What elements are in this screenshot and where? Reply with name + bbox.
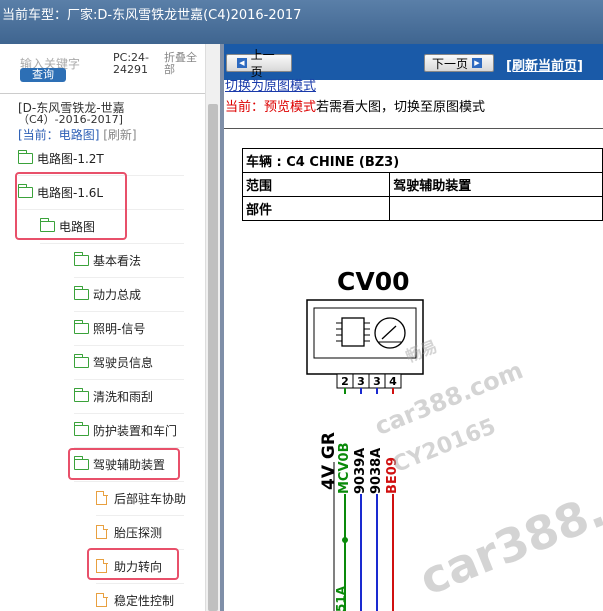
scroll-thumb[interactable] — [208, 104, 218, 611]
tree-item-label: 稳定性控制 — [114, 593, 175, 608]
viewer-navbar: ◀ 上一页 下一页 ▶ [刷新当前页] — [224, 44, 603, 80]
pin-row: 2334 — [336, 373, 402, 389]
tree-separator — [74, 481, 184, 482]
tree-item[interactable]: 动力总成 — [73, 284, 142, 304]
wire-label: MCV0B — [337, 443, 352, 495]
tree-scrollbar[interactable] — [205, 44, 220, 611]
folder-icon — [73, 387, 89, 402]
folder-icon — [73, 353, 89, 368]
tree-item-label: 驾驶员信息 — [93, 355, 154, 370]
left-arrow-icon: ◀ — [237, 58, 247, 68]
wire-label: 9039A — [353, 448, 368, 494]
pin-number: 4 — [389, 375, 397, 388]
wire-label: BE09 — [385, 457, 400, 494]
tree-item[interactable]: 照明-信号 — [73, 318, 146, 338]
tree-item-label: 胎压探测 — [114, 525, 163, 540]
fold-all-link[interactable]: 折叠全部 — [164, 52, 204, 76]
next-page-button[interactable]: 下一页 ▶ — [424, 54, 494, 72]
folder-icon — [17, 149, 33, 164]
refresh-page-link[interactable]: [刷新当前页] — [506, 55, 583, 74]
preview-notice: 当前：预览模式若需看大图，切换至原图模式 — [225, 96, 485, 115]
tree-item[interactable]: 电路图-1.2T — [17, 148, 104, 168]
tree-item[interactable]: 胎压探测 — [96, 522, 162, 542]
tree-item[interactable]: 驾驶员信息 — [73, 352, 154, 372]
tree-item-label: 电路图-1.2T — [37, 151, 104, 166]
wire-group: 4V GRMCV0B 9039A 9038A BE09 — [319, 388, 400, 611]
tree-separator — [74, 311, 184, 312]
current-value[interactable]: 电路图 — [59, 128, 95, 142]
breadcrumb-line2: （C4）-2016-2017] — [18, 113, 123, 126]
highlight-box-2 — [68, 448, 180, 480]
folder-icon — [73, 285, 89, 300]
vehicle-label: 当前车型： — [2, 8, 68, 23]
pin-number: 3 — [373, 375, 381, 388]
refresh-tree-link[interactable]: [刷新] — [103, 128, 136, 142]
tree-item-label: 清洗和雨刮 — [93, 389, 154, 404]
highlight-box-1 — [15, 172, 127, 240]
top-bar: 当前车型：厂家:D-东风雪铁龙世嘉(C4)2016-2017 — [0, 0, 603, 44]
wiring-diagram[interactable]: CV00 2334 4V GRMCV0B 9039A 9038A BE09 51A — [224, 232, 603, 611]
content-divider — [224, 128, 603, 129]
highlight-box-3 — [87, 548, 179, 580]
tree-item-label: 动力总成 — [93, 287, 142, 302]
current-location: [当前：电路图] [刷新] — [18, 126, 137, 143]
tree-item[interactable]: 清洗和雨刮 — [73, 386, 154, 406]
connector-code: CV00 — [337, 267, 410, 296]
part-value — [389, 196, 603, 221]
tree-item-label: 后部驻车协助 — [114, 491, 187, 506]
scope-value: 驾驶辅助装置 — [389, 172, 603, 197]
splice-dot — [342, 537, 348, 543]
viewer-panel: ◀ 上一页 下一页 ▶ [刷新当前页] 切换为原图模式 当前：预览模式若需看大图，切… — [224, 44, 603, 611]
scope-label: 范围 — [241, 172, 391, 197]
query-button[interactable]: 查询 — [20, 68, 66, 82]
preview-mode-hint: 若需看大图，切换至原图模式 — [316, 100, 486, 115]
prev-page-button[interactable]: ◀ 上一页 — [226, 48, 292, 79]
tree-separator — [74, 277, 184, 278]
folder-icon — [73, 251, 89, 266]
tree-item[interactable]: 基本看法 — [73, 250, 142, 270]
pc-code: PC:24-24291 — [113, 51, 149, 76]
document-icon — [96, 490, 108, 505]
preview-mode-label: 当前：预览模式 — [225, 100, 317, 115]
current-prefix: [当前： — [18, 128, 59, 142]
bottom-wire-label: 51A — [334, 585, 348, 611]
tree-item-label: 照明-信号 — [93, 321, 146, 336]
tree-item-label: 防护装置和车门 — [93, 423, 178, 438]
vehicle-vendor: 厂家:D-东风雪铁龙世嘉(C4)2016-2017 — [67, 8, 302, 23]
tree-item[interactable]: 防护装置和车门 — [73, 420, 178, 440]
vehicle-cell: 车辆 : C4 CHINE (BZ3) — [242, 148, 603, 173]
tree-item-label: 基本看法 — [93, 253, 142, 268]
search-area: 输入关键字 查询 PC:24-24291 折叠全部 — [0, 44, 220, 94]
folder-icon — [73, 421, 89, 436]
document-icon — [96, 592, 108, 607]
tree-separator — [96, 583, 184, 584]
folder-icon — [73, 319, 89, 334]
tree-separator — [40, 243, 184, 244]
tree-separator — [74, 345, 184, 346]
document-icon — [96, 524, 108, 539]
wire-label: 9038A — [369, 448, 384, 494]
current-suffix: ] — [94, 128, 100, 142]
left-panel: 输入关键字 查询 PC:24-24291 折叠全部 [D-东风雪铁龙-世嘉 （C… — [0, 44, 220, 611]
switch-original-link[interactable]: 切换为原图模式 — [225, 80, 316, 94]
right-arrow-icon: ▶ — [472, 58, 482, 68]
wire-label: 4V GR — [319, 432, 339, 490]
tree-separator — [74, 379, 184, 380]
vehicle-spec-table: 车辆 : C4 CHINE (BZ3) 范围 驾驶辅助装置 部件 — [241, 148, 603, 221]
breadcrumb: [D-东风雪铁龙-世嘉 （C4）-2016-2017] — [18, 102, 198, 126]
pin-number: 3 — [357, 375, 365, 388]
gauge-icon — [374, 317, 406, 349]
tree-item[interactable]: 稳定性控制 — [96, 590, 174, 610]
part-label: 部件 — [241, 196, 391, 221]
tree-separator — [96, 515, 184, 516]
pin-number: 2 — [341, 375, 349, 388]
tree-item[interactable]: 后部驻车协助 — [96, 488, 186, 508]
tree-separator — [74, 413, 184, 414]
